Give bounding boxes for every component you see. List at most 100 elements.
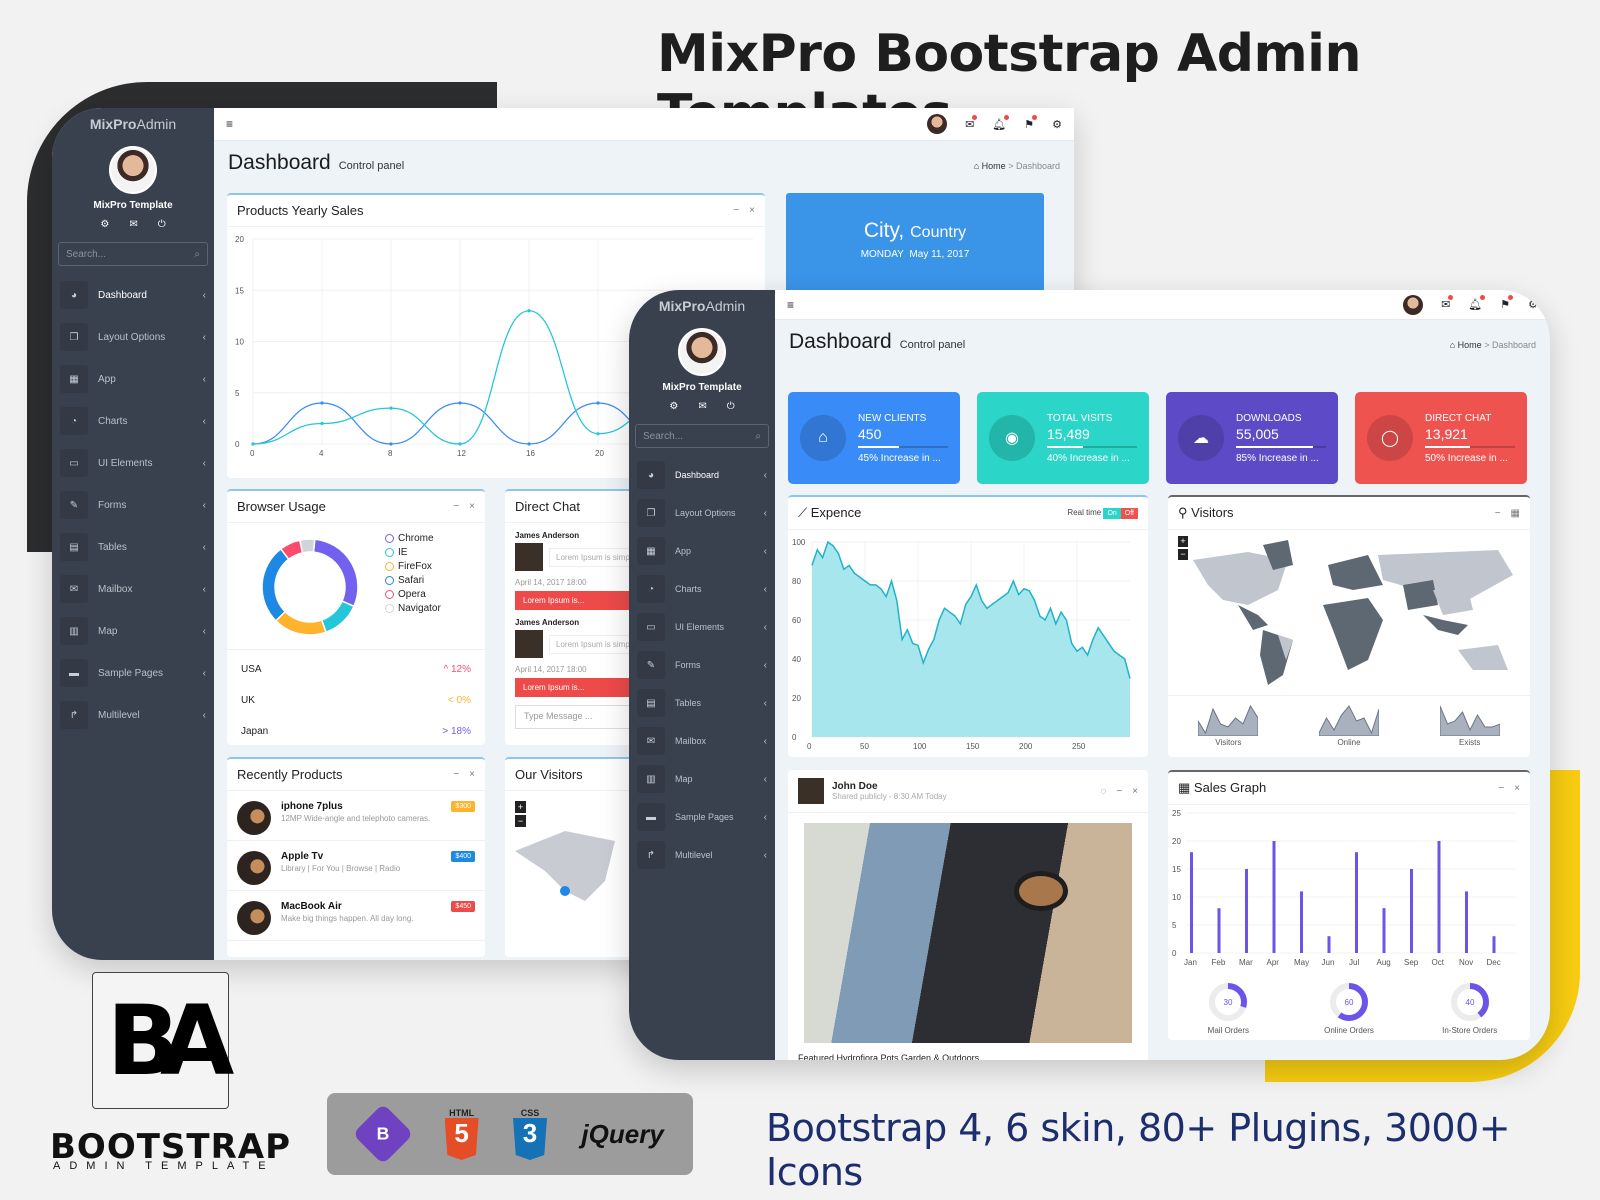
sidebar-item-sample-pages[interactable]: ▬ Sample Pages ‹: [629, 798, 775, 836]
data-point[interactable]: [389, 406, 393, 410]
gear-icon[interactable]: ⚙: [100, 219, 109, 230]
sidebar-item-tables[interactable]: ▤ Tables ‹: [629, 684, 775, 722]
flag-icon[interactable]: ⚑: [1500, 295, 1513, 311]
close-icon[interactable]: ×: [1132, 786, 1138, 797]
topbar-avatar[interactable]: [1403, 294, 1424, 315]
bar-dec[interactable]: [1492, 936, 1496, 953]
sidebar-item-ui-elements[interactable]: ▭ UI Elements ‹: [629, 608, 775, 646]
bar-jan[interactable]: [1190, 852, 1193, 953]
toggle-on[interactable]: On: [1103, 507, 1121, 519]
data-point[interactable]: [251, 442, 255, 446]
gear-icon[interactable]: ⚙: [669, 401, 678, 412]
data-point[interactable]: [527, 309, 531, 313]
sidebar-item-forms[interactable]: ✎ Forms ‹: [52, 484, 214, 526]
data-point[interactable]: [527, 442, 531, 446]
envelope-icon[interactable]: ✉: [129, 219, 137, 230]
sidebar-item-dashboard[interactable]: ◕ Dashboard ‹: [52, 274, 214, 316]
minimize-icon[interactable]: −: [453, 769, 459, 780]
post-author[interactable]: John Doe: [832, 781, 1100, 792]
sidebar-item-sample-pages[interactable]: ▬ Sample Pages ‹: [52, 652, 214, 694]
sidebar-search-input[interactable]: Search... ⌕: [58, 242, 208, 266]
mail-icon[interactable]: ✉: [965, 114, 978, 131]
flag-icon[interactable]: ⚑: [1024, 114, 1037, 131]
toggle-off[interactable]: Off: [1120, 507, 1138, 519]
sidebar-item-ui-elements[interactable]: ▭ UI Elements ‹: [52, 442, 214, 484]
map-zoom-in-button[interactable]: +: [1178, 536, 1188, 547]
sidebar-item-layout-options[interactable]: ❐ Layout Options ‹: [629, 494, 775, 532]
product-item[interactable]: Apple Tv Library | For You | Browse | Rad…: [227, 841, 485, 891]
data-point[interactable]: [596, 432, 600, 436]
map-zoom-out-button[interactable]: −: [515, 815, 526, 827]
envelope-icon[interactable]: ✉: [698, 401, 706, 412]
menu-toggle-icon[interactable]: ≡: [226, 117, 233, 131]
data-point[interactable]: [458, 442, 462, 446]
donut-slice-navigator[interactable]: [298, 538, 316, 554]
map-zoom-in-button[interactable]: +: [515, 801, 526, 813]
sidebar-item-forms[interactable]: ✎ Forms ‹: [629, 646, 775, 684]
menu-toggle-icon[interactable]: ≡: [787, 298, 794, 312]
bar-feb[interactable]: [1217, 908, 1221, 953]
sidebar-item-tables[interactable]: ▤ Tables ‹: [52, 526, 214, 568]
sidebar-item-map[interactable]: ▥ Map ‹: [629, 760, 775, 798]
minimize-icon[interactable]: −: [453, 501, 459, 512]
stat-card-direct-chat[interactable]: ◯ DIRECT CHAT 13,921 50% Increase in ...: [1355, 392, 1527, 484]
sidebar-item-multilevel[interactable]: ↱ Multilevel ‹: [52, 694, 214, 736]
user-avatar[interactable]: [109, 146, 157, 194]
sidebar-item-mailbox[interactable]: ✉ Mailbox ‹: [52, 568, 214, 610]
calendar-icon[interactable]: ▦: [1511, 508, 1520, 519]
sidebar-item-app[interactable]: ▦ App ‹: [629, 532, 775, 570]
bar-nov[interactable]: [1465, 891, 1468, 953]
stat-card-total-visits[interactable]: ◉ TOTAL VISITS 15,489 40% Increase in ...: [977, 392, 1149, 484]
bar-aug[interactable]: [1382, 908, 1386, 953]
bell-icon[interactable]: 🔔︎: [992, 114, 1010, 131]
power-icon[interactable]: ⏻: [158, 219, 166, 230]
bar-mar[interactable]: [1245, 869, 1248, 953]
sidebar-search-input[interactable]: Search... ⌕: [635, 424, 769, 448]
donut-slice-ie[interactable]: [320, 600, 355, 634]
bar-sep[interactable]: [1410, 869, 1413, 953]
minimize-icon[interactable]: −: [733, 205, 739, 216]
close-icon[interactable]: ×: [469, 769, 475, 780]
comment-icon[interactable]: ◌: [1100, 786, 1106, 797]
sidebar-item-dashboard[interactable]: ◕ Dashboard ‹: [629, 456, 775, 494]
data-point[interactable]: [458, 401, 462, 405]
user-avatar[interactable]: [678, 328, 726, 376]
settings-icon[interactable]: ⚙: [1528, 298, 1538, 311]
realtime-toggle[interactable]: On Off: [1103, 507, 1138, 519]
close-icon[interactable]: ×: [1514, 783, 1520, 794]
data-point[interactable]: [320, 401, 324, 405]
post-author-avatar[interactable]: [798, 778, 824, 804]
minimize-icon[interactable]: −: [1116, 786, 1122, 797]
minimize-icon[interactable]: −: [1498, 783, 1504, 794]
breadcrumb-home[interactable]: Home: [1458, 340, 1482, 350]
sidebar-item-map[interactable]: ▥ Map ‹: [52, 610, 214, 652]
minimize-icon[interactable]: −: [1495, 508, 1501, 519]
breadcrumb-home[interactable]: Home: [982, 161, 1006, 171]
topbar-avatar[interactable]: [927, 114, 948, 134]
sidebar-item-charts[interactable]: ◔ Charts ‹: [52, 400, 214, 442]
close-icon[interactable]: ×: [469, 501, 475, 512]
bar-jun[interactable]: [1327, 936, 1331, 953]
product-item[interactable]: MacBook Air Make big things happen. All d…: [227, 891, 485, 941]
bar-oct[interactable]: [1437, 841, 1441, 953]
bar-jul[interactable]: [1355, 852, 1358, 953]
data-point[interactable]: [389, 442, 393, 446]
power-icon[interactable]: ⏻: [727, 401, 735, 412]
sidebar-item-charts[interactable]: ◔ Charts ‹: [629, 570, 775, 608]
map-zoom-out-button[interactable]: −: [1178, 549, 1188, 560]
post-image[interactable]: [804, 823, 1132, 1043]
sidebar-item-layout-options[interactable]: ❐ Layout Options ‹: [52, 316, 214, 358]
stat-card-new-clients[interactable]: ⌂ NEW CLIENTS 450 45% Increase in ...: [788, 392, 960, 484]
donut-slice-safari[interactable]: [261, 547, 290, 622]
donut-slice-firefox[interactable]: [274, 610, 327, 636]
mail-icon[interactable]: ✉: [1441, 295, 1454, 311]
product-item[interactable]: iphone 7plus 12MP Wide-angle and telephot…: [227, 791, 485, 841]
data-point[interactable]: [596, 401, 600, 405]
sidebar-item-mailbox[interactable]: ✉ Mailbox ‹: [629, 722, 775, 760]
settings-icon[interactable]: ⚙: [1052, 118, 1062, 131]
stat-card-downloads[interactable]: ☁ DOWNLOADS 55,005 85% Increase in ...: [1166, 392, 1338, 484]
bar-apr[interactable]: [1272, 841, 1276, 953]
close-icon[interactable]: ×: [749, 205, 755, 216]
data-point[interactable]: [320, 421, 324, 426]
sidebar-item-multilevel[interactable]: ↱ Multilevel ‹: [629, 836, 775, 874]
